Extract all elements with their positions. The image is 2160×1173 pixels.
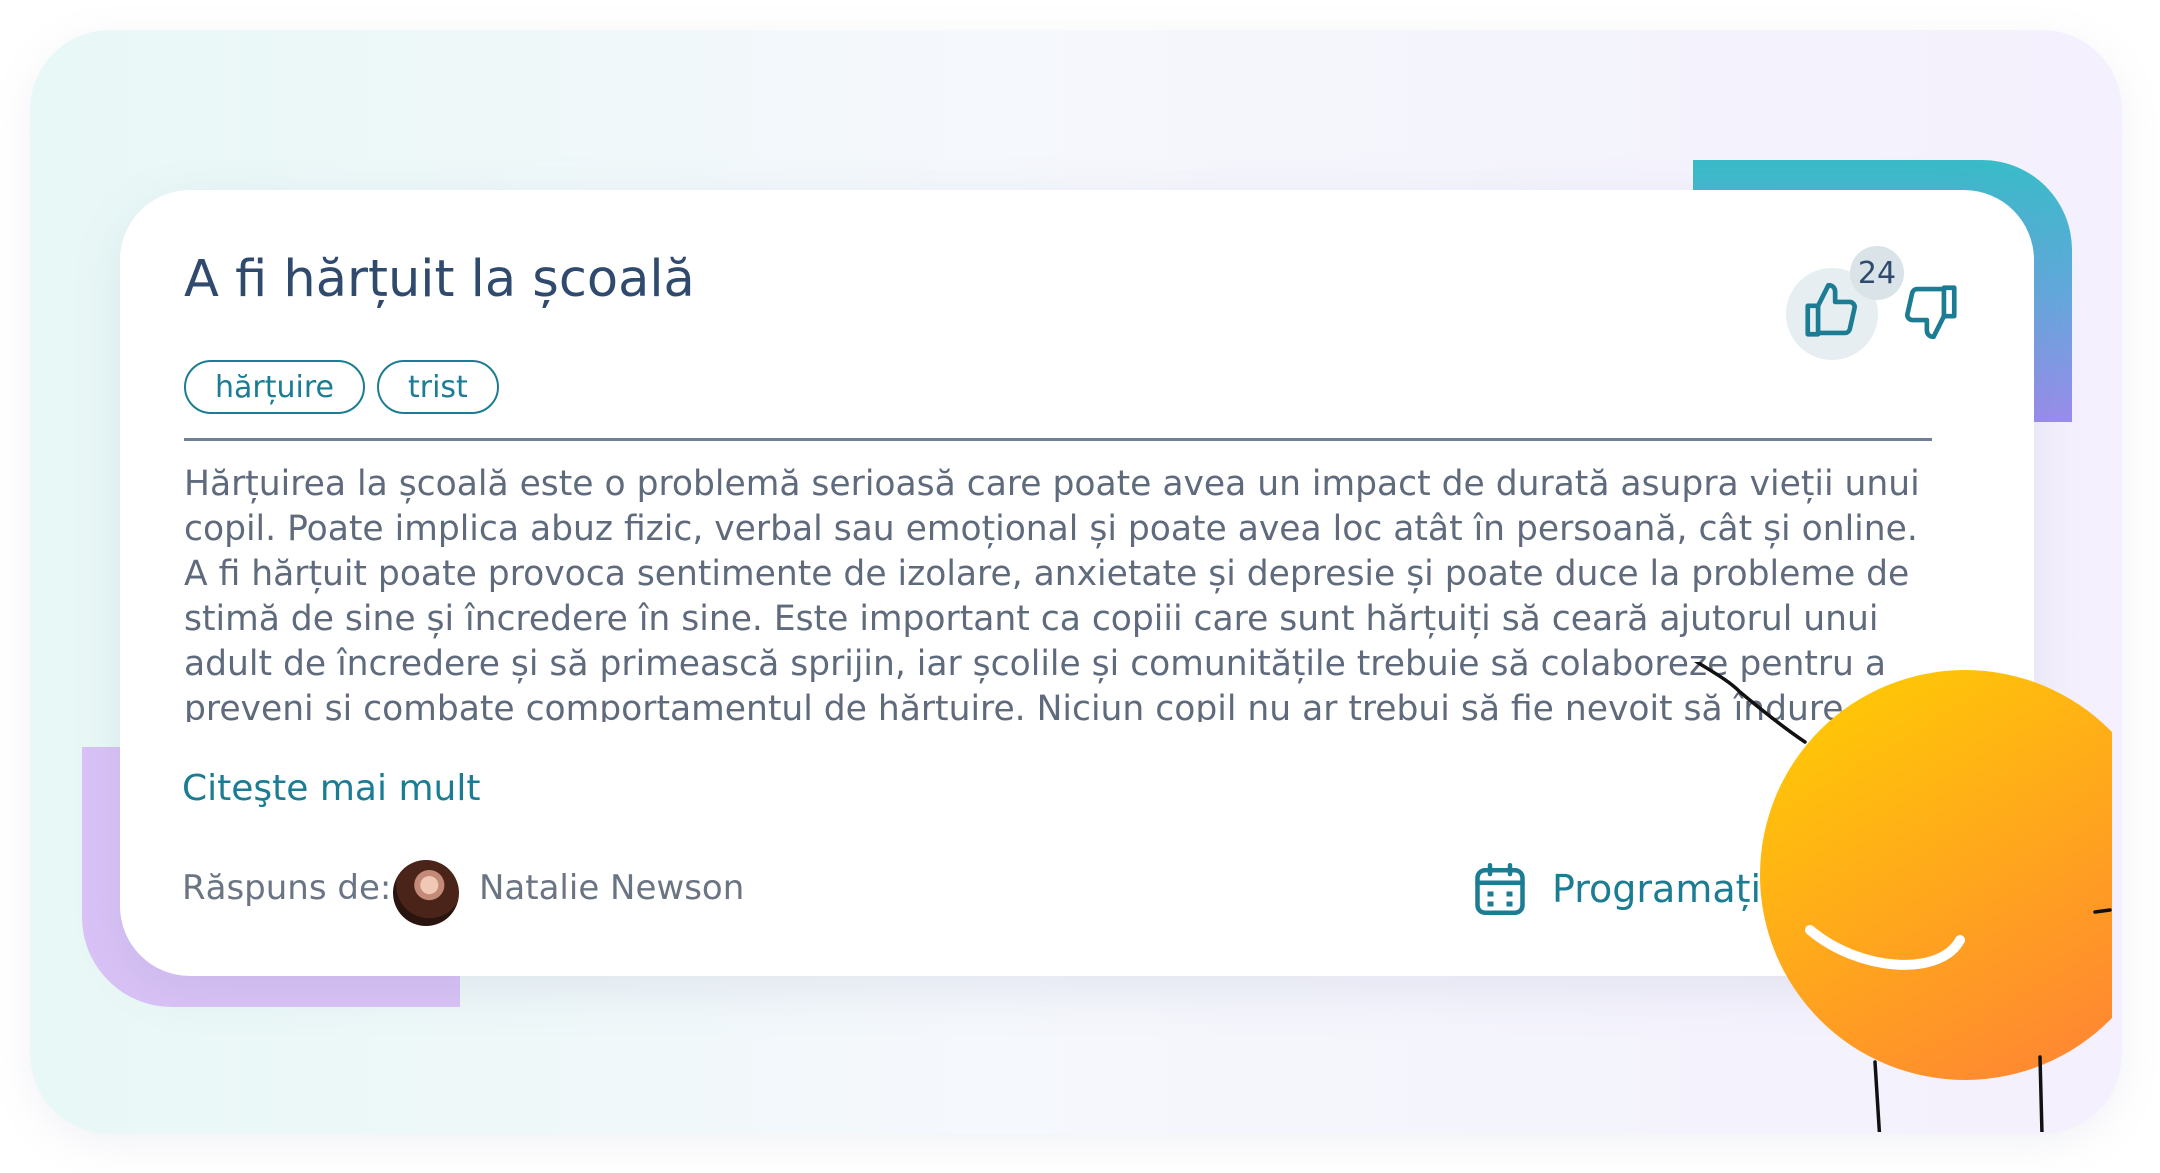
- smiley-mascot-illustration: [1693, 662, 2112, 1132]
- author-name: Natalie Newson: [479, 868, 745, 908]
- author-avatar: [393, 860, 459, 926]
- tag-list: hărțuire trist: [184, 360, 499, 414]
- like-count-badge: 24: [1850, 246, 1904, 300]
- thumbs-up-icon: [1805, 282, 1857, 337]
- tag-sad[interactable]: trist: [376, 360, 499, 414]
- tag-harassment[interactable]: hărțuire: [184, 360, 365, 414]
- answered-by-label: Răspuns de:: [182, 868, 392, 908]
- read-more-link[interactable]: Citeşte mai mult: [182, 768, 480, 809]
- thumbs-down-icon: [1905, 285, 1957, 340]
- calendar-icon: [1475, 863, 1525, 915]
- card-title: A fi hărțuit la școală: [184, 250, 695, 309]
- dislike-button[interactable]: [1900, 280, 1962, 346]
- title-divider: [184, 438, 1932, 441]
